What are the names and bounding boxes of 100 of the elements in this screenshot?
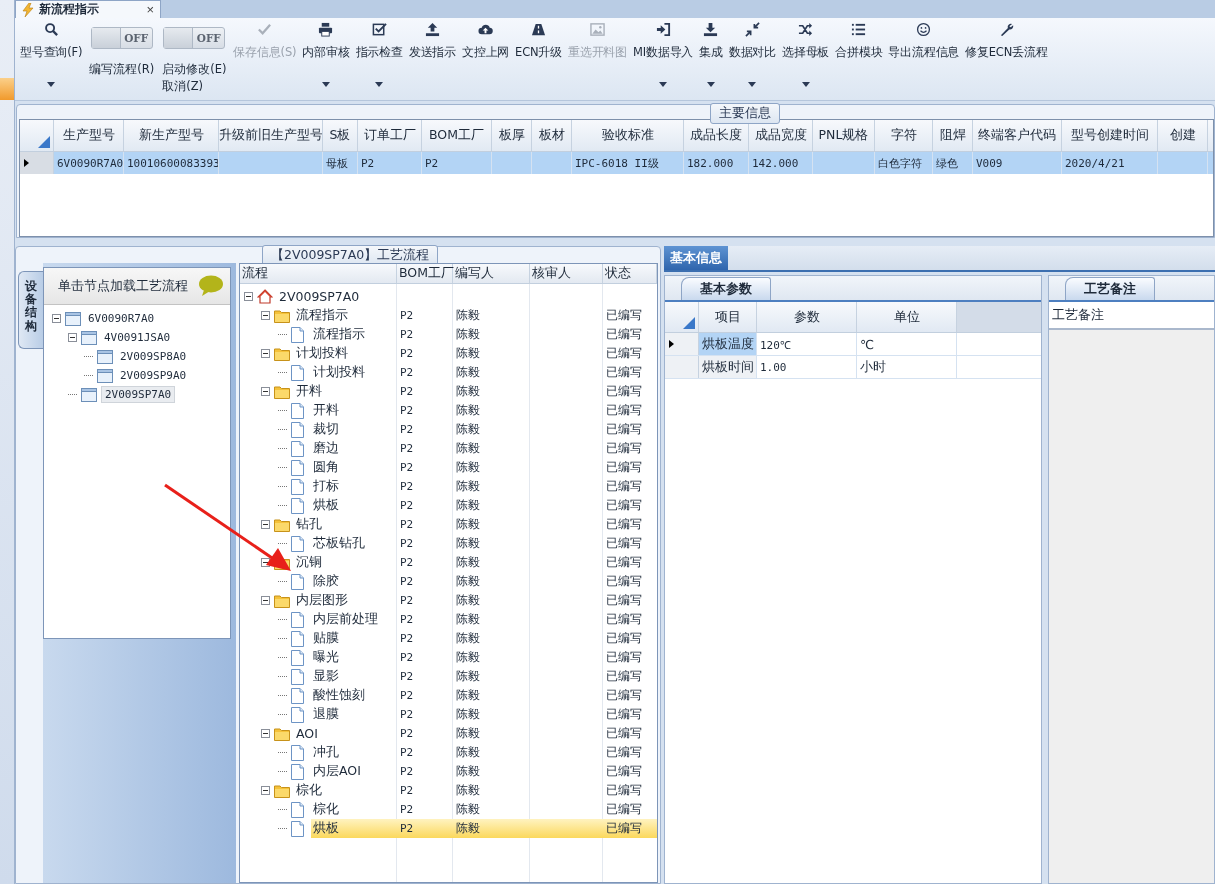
tree-row[interactable]: 裁切 P2 陈毅 已编写 [311, 420, 657, 439]
toolbar-button[interactable]: 导出流程信息 [885, 18, 963, 96]
toolbar-button[interactable]: ECN升级 [512, 18, 565, 96]
collapse-toggle-icon[interactable] [261, 387, 270, 396]
tree-row[interactable]: 曝光 P2 陈毅 已编写 [311, 648, 657, 667]
table-cell: 陈毅 [456, 402, 480, 419]
column-header[interactable]: S板 [323, 120, 358, 151]
toolbar-button[interactable]: 集成 [696, 18, 726, 96]
column-header[interactable]: 编写人 [453, 264, 530, 283]
tree-row[interactable]: 流程指示 P2 陈毅 已编写 [294, 306, 657, 325]
column-header[interactable]: PNL规格 [813, 120, 875, 151]
tree-row[interactable]: 冲孔 P2 陈毅 已编写 [311, 743, 657, 762]
tree-row[interactable]: 钻孔 P2 陈毅 已编写 [294, 515, 657, 534]
tree-row[interactable]: 计划投料 P2 陈毅 已编写 [311, 363, 657, 382]
collapse-toggle-icon[interactable] [261, 786, 270, 795]
collapse-toggle-icon[interactable] [261, 520, 270, 529]
table-row[interactable]: 6V0090R7A0 10010600083393 母板 P2 P2 IPC-6018 II级 182.000 142.000 白色字符 绿色 V009 2020/4/21 [20, 152, 1213, 174]
column-header[interactable]: 升级前旧生产型号 [219, 120, 323, 151]
column-header[interactable]: 型号创建时间 [1062, 120, 1158, 151]
table-cell: 陈毅 [456, 820, 480, 837]
column-header[interactable]: 订单工厂 [358, 120, 422, 151]
toolbar-button[interactable]: 型号查询(F) [17, 18, 86, 96]
column-header[interactable]: 核审人 [530, 264, 603, 283]
toolbar-button[interactable]: 指示检查 [352, 18, 406, 96]
collapse-toggle-icon[interactable] [261, 311, 270, 320]
toggle-switch[interactable]: OFF [90, 27, 153, 49]
tree-row[interactable]: 圆角 P2 陈毅 已编写 [311, 458, 657, 477]
tree-row[interactable]: 打标 P2 陈毅 已编写 [311, 477, 657, 496]
column-header[interactable]: BOM工厂 [422, 120, 492, 151]
table-cell: P2 [425, 156, 439, 170]
tree-node[interactable]: 2V009SP9A0 [117, 368, 190, 383]
tree-row[interactable]: 沉铜 P2 陈毅 已编写 [294, 553, 657, 572]
tree-row[interactable]: 内层图形 P2 陈毅 已编写 [294, 591, 657, 610]
tab[interactable]: 基本参数 [681, 277, 771, 300]
column-header[interactable]: BOM工厂 [397, 264, 453, 283]
toggle-switch[interactable]: OFF [163, 27, 226, 49]
collapse-toggle-icon[interactable] [261, 729, 270, 738]
column-header[interactable]: 验收标准 [572, 120, 684, 151]
tree-row[interactable]: 棕化 P2 陈毅 已编写 [294, 781, 657, 800]
collapse-toggle-icon[interactable] [52, 314, 61, 323]
tree-row[interactable]: 芯板钻孔 P2 陈毅 已编写 [311, 534, 657, 553]
tree-node[interactable]: 4V0091JSA0 [101, 330, 174, 345]
column-header[interactable]: 成品长度 [684, 120, 749, 151]
column-header[interactable]: 创建 [1158, 120, 1208, 151]
tree-row[interactable]: AOI P2 陈毅 已编写 [294, 724, 657, 743]
column-header[interactable]: 流程 [240, 264, 397, 283]
tree-node-label: 磨边 [312, 440, 340, 457]
tree-node[interactable]: 2V009SP8A0 [117, 349, 190, 364]
tab[interactable]: 基本信息 [664, 246, 728, 270]
toggle-label: 编写流程(R) [89, 61, 155, 78]
side-tab[interactable]: 设备结构 [18, 271, 43, 349]
table-cell: P2 [400, 518, 414, 531]
column-header[interactable]: 终端客户代码 [973, 120, 1062, 151]
column-header[interactable]: 状态 [603, 264, 657, 283]
toolbar-button[interactable]: 合拼模块 [832, 18, 886, 96]
tree-row[interactable]: 酸性蚀刻 P2 陈毅 已编写 [311, 686, 657, 705]
tree-row[interactable]: 烘板 P2 陈毅 已编写 [311, 496, 657, 515]
column-header[interactable]: 板厚 [492, 120, 532, 151]
toolbar-button[interactable]: 选择母板 [778, 18, 833, 96]
document-tab[interactable]: 新流程指示 × [15, 0, 161, 18]
tree-row[interactable]: 计划投料 P2 陈毅 已编写 [294, 344, 657, 363]
tree-row[interactable]: 开料 P2 陈毅 已编写 [311, 401, 657, 420]
selected-row[interactable]: 烘板 P2 陈毅 已编写 [311, 819, 657, 838]
collapse-toggle-icon[interactable] [261, 596, 270, 605]
toolbar-button[interactable]: 文控上网 [458, 18, 513, 96]
tree-row[interactable]: 内层AOI P2 陈毅 已编写 [311, 762, 657, 781]
collapse-toggle-icon[interactable] [244, 292, 253, 301]
tree-row[interactable]: 显影 P2 陈毅 已编写 [311, 667, 657, 686]
tree-row[interactable]: 棕化 P2 陈毅 已编写 [311, 800, 657, 819]
tree-row[interactable]: 贴膜 P2 陈毅 已编写 [311, 629, 657, 648]
table-cell: P2 [361, 156, 375, 170]
tree-row[interactable]: 内层前处理 P2 陈毅 已编写 [311, 610, 657, 629]
column-header[interactable]: 参数 [757, 302, 857, 332]
column-header[interactable]: 阻焊 [933, 120, 973, 151]
tree-node[interactable]: 6V0090R7A0 [85, 311, 158, 326]
tree-row[interactable]: 磨边 P2 陈毅 已编写 [311, 439, 657, 458]
toolbar-button[interactable]: 内部审核 [299, 18, 353, 96]
tree-row[interactable]: 除胶 P2 陈毅 已编写 [311, 572, 657, 591]
tree-row[interactable]: 2V009SP7A0 [277, 287, 657, 306]
column-header[interactable]: 字符 [875, 120, 933, 151]
collapse-toggle-icon[interactable] [68, 333, 77, 342]
table-cell[interactable]: 烘板时间 [699, 356, 757, 378]
column-header[interactable]: 成品宽度 [749, 120, 813, 151]
toolbar-button[interactable]: 数据对比 [725, 18, 779, 96]
column-header[interactable]: 板材 [532, 120, 572, 151]
column-header[interactable]: 生产型号 [54, 120, 124, 151]
tree-row[interactable]: 流程指示 P2 陈毅 已编写 [311, 325, 657, 344]
column-header[interactable]: 项目 [699, 302, 757, 332]
column-header[interactable]: 新生产型号 [124, 120, 219, 151]
tab[interactable]: 工艺备注 [1065, 277, 1155, 300]
row-header[interactable] [665, 333, 699, 355]
toolbar-button[interactable]: 修复ECN丢流程 [962, 18, 1051, 96]
tree-row[interactable]: 开料 P2 陈毅 已编写 [294, 382, 657, 401]
tree-row[interactable]: 退膜 P2 陈毅 已编写 [311, 705, 657, 724]
collapse-toggle-icon[interactable] [261, 349, 270, 358]
tree-node[interactable]: 2V009SP7A0 [101, 386, 176, 403]
toolbar-button[interactable]: MI数据导入 [630, 18, 697, 96]
toolbar-button[interactable]: 发送指示 [405, 18, 459, 96]
table-cell[interactable]: 烘板温度 [699, 333, 757, 355]
close-button[interactable]: × [146, 2, 154, 17]
